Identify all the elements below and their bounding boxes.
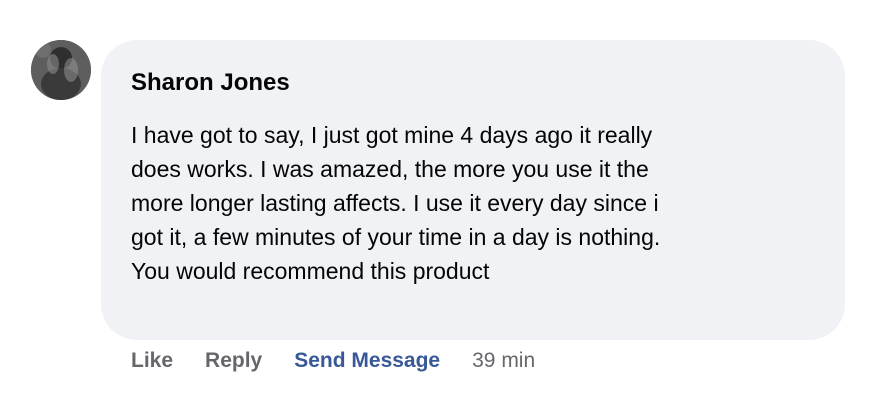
send-message-button[interactable]: Send Message	[294, 349, 440, 373]
comment-author[interactable]: Sharon Jones	[131, 68, 815, 98]
like-button[interactable]: Like	[131, 349, 173, 373]
comment-bubble: Sharon Jones I have got to say, I just g…	[101, 40, 845, 340]
comment-actions: Like Reply Send Message 39 min	[131, 346, 535, 376]
comment-text: I have got to say, I just got mine 4 day…	[131, 122, 661, 284]
user-avatar-icon	[31, 40, 91, 100]
avatar[interactable]	[31, 40, 91, 100]
reply-button[interactable]: Reply	[205, 349, 262, 373]
comment-timestamp[interactable]: 39 min	[472, 349, 535, 373]
